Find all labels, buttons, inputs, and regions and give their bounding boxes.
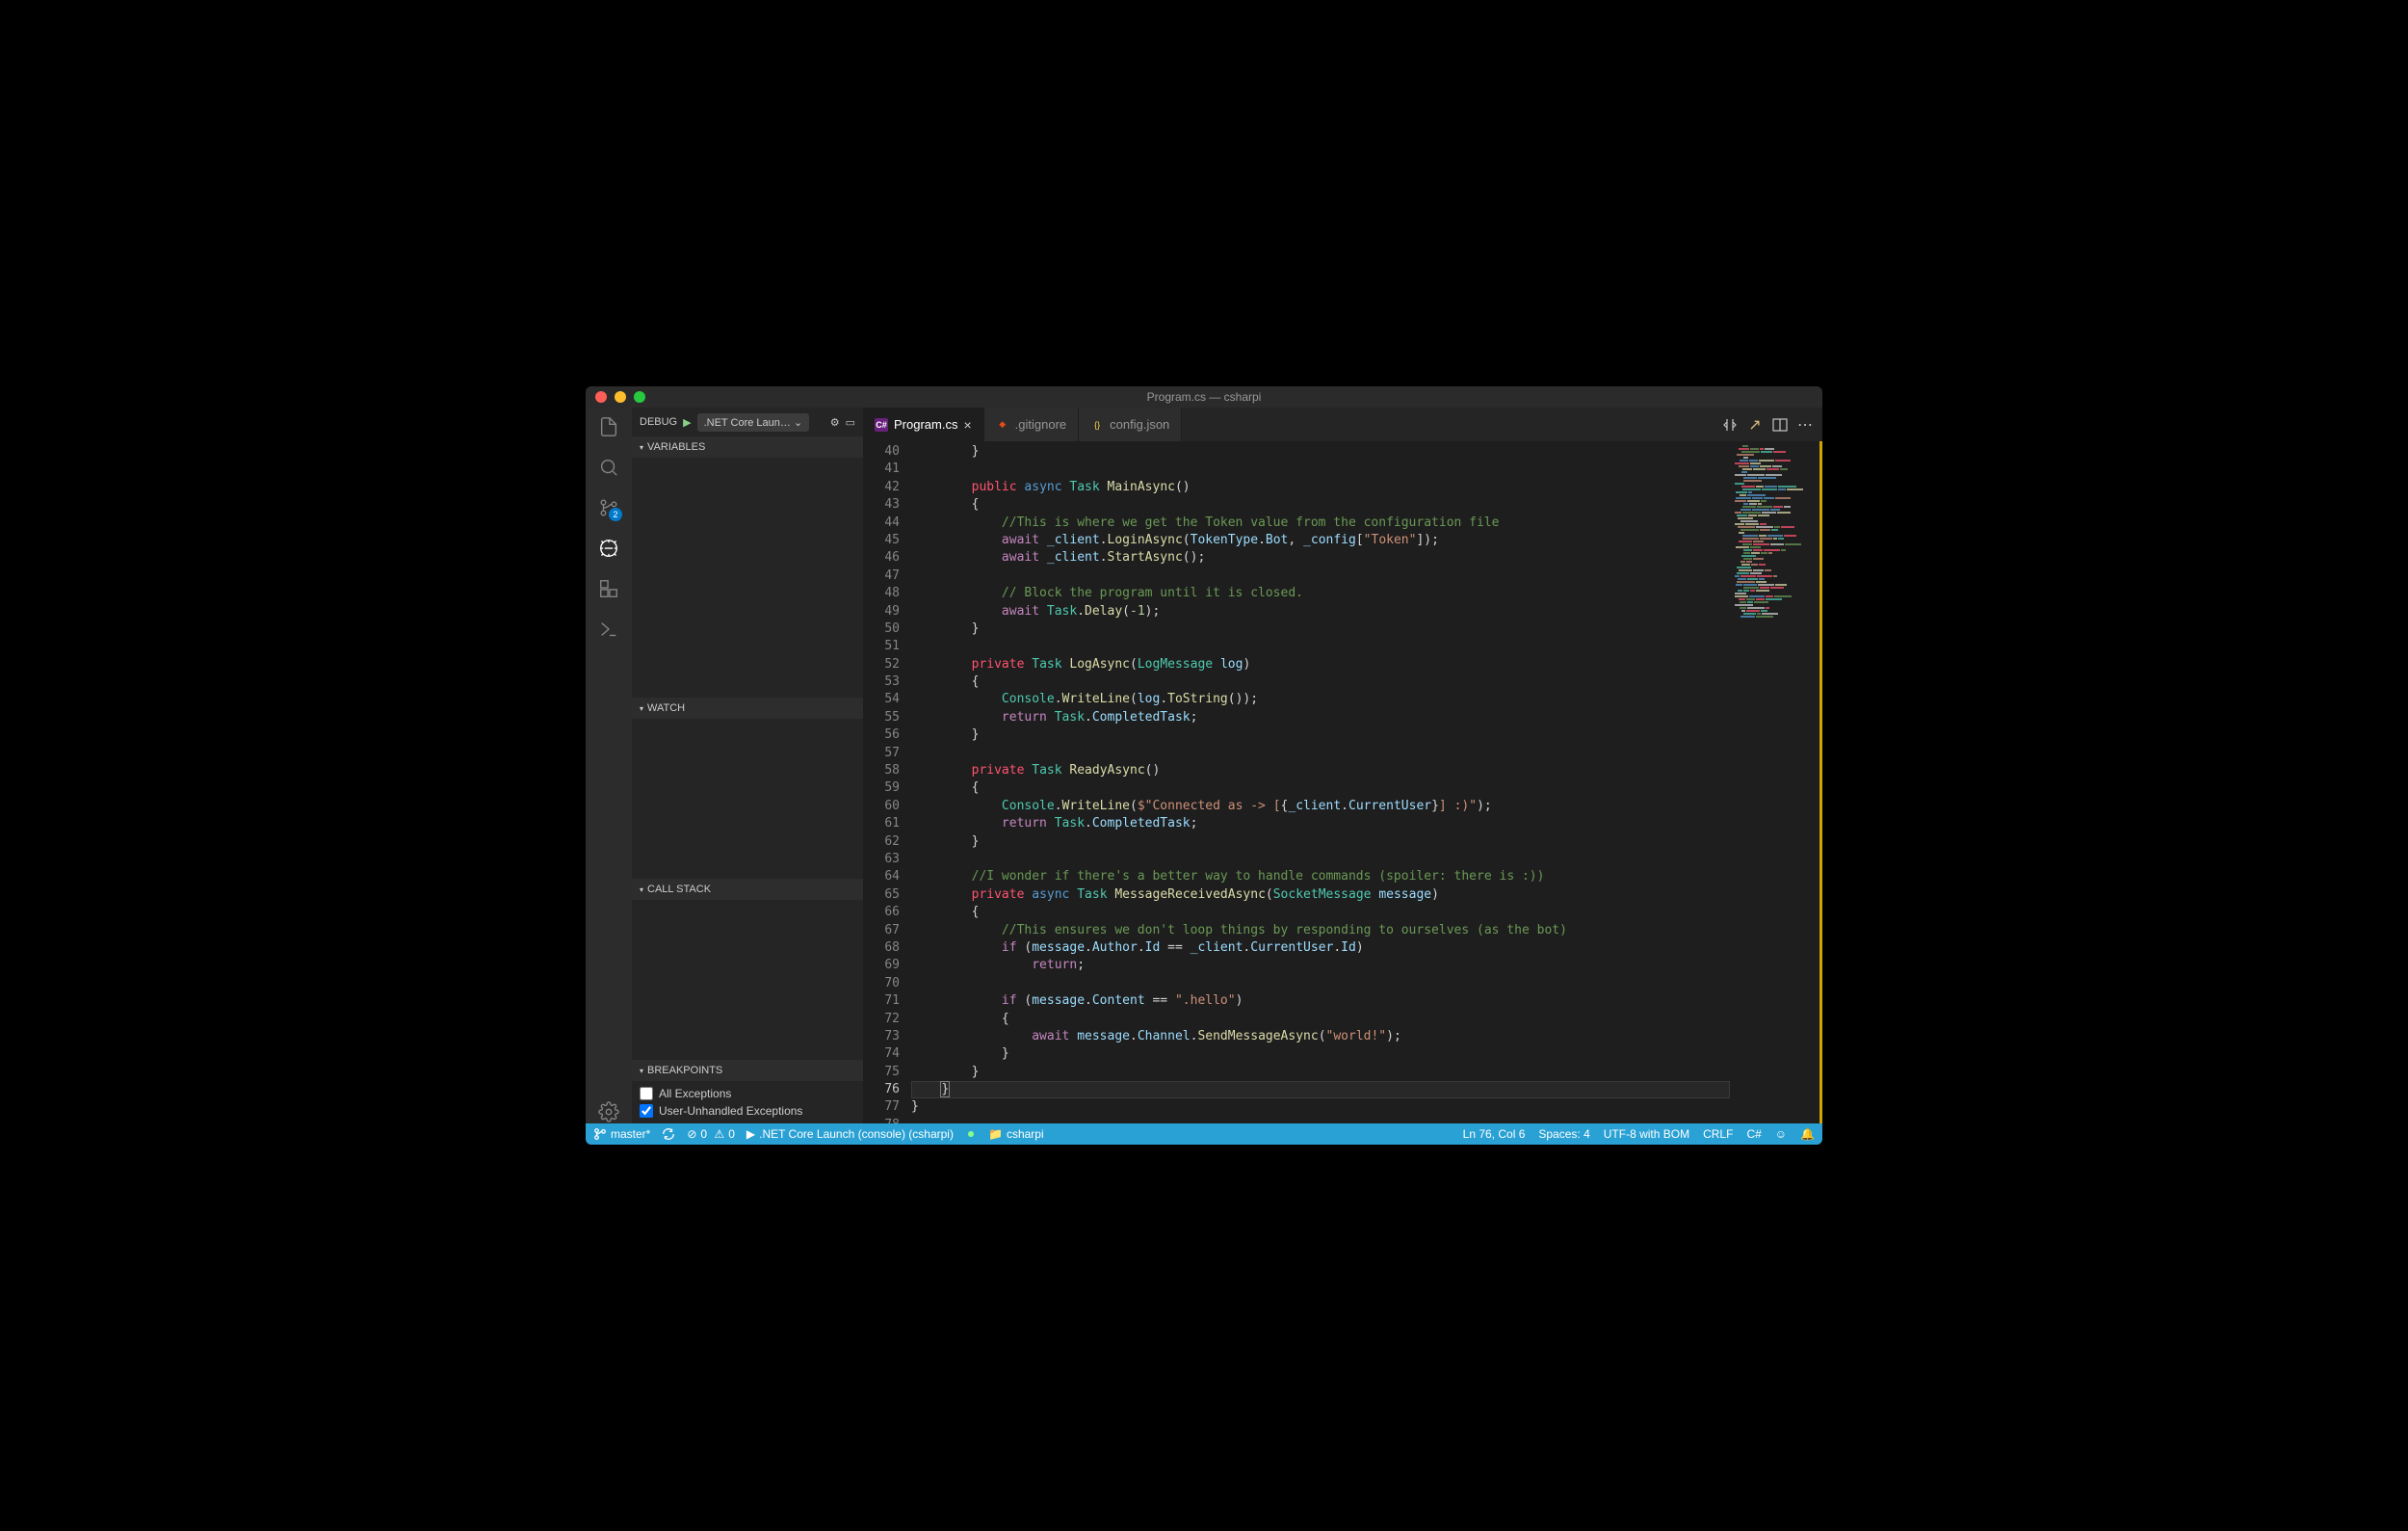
git-file-icon: ◆ — [996, 418, 1009, 432]
notifications-icon[interactable]: 🔔 — [1800, 1127, 1815, 1141]
debug-title: DEBUG — [640, 416, 677, 428]
powershell-icon[interactable] — [597, 618, 620, 641]
split-editor-icon[interactable] — [1772, 417, 1788, 433]
source-control-icon[interactable]: 2 — [597, 496, 620, 519]
variables-section-body — [632, 458, 863, 698]
extensions-icon[interactable] — [597, 577, 620, 600]
watch-section-body — [632, 719, 863, 879]
debug-config-dropdown[interactable]: .NET Core Laun… ⌄ — [697, 413, 810, 432]
breakpoint-item[interactable]: User-Unhandled Exceptions — [640, 1102, 855, 1120]
variables-section-header[interactable]: ▾VARIABLES — [632, 436, 863, 458]
breakpoints-list: All Exceptions User-Unhandled Exceptions — [632, 1081, 863, 1123]
indentation-status[interactable]: Spaces: 4 — [1538, 1127, 1589, 1141]
open-changes-icon[interactable]: ↗ — [1747, 417, 1763, 433]
eol-status[interactable]: CRLF — [1703, 1127, 1733, 1141]
breakpoint-item[interactable]: All Exceptions — [640, 1085, 855, 1102]
project-status[interactable]: 📁 csharpi — [988, 1127, 1044, 1141]
language-mode-status[interactable]: C# — [1746, 1127, 1761, 1141]
debug-icon[interactable] — [597, 537, 620, 560]
titlebar[interactable]: Program.cs — csharpi — [586, 386, 1822, 408]
settings-gear-icon[interactable] — [597, 1100, 620, 1123]
workbench: 2 DEBUG ▶ .NET Core Laun… ⌄ ⚙ ▭ ▾VARIABL… — [586, 408, 1822, 1123]
tab-config-json[interactable]: {} config.json — [1079, 408, 1182, 441]
csharp-file-icon: C# — [875, 418, 888, 432]
window-title: Program.cs — csharpi — [1147, 390, 1262, 404]
code-editor[interactable]: 4041424344454647484950515253545556575859… — [863, 441, 1822, 1123]
search-icon[interactable] — [597, 456, 620, 479]
editor-actions: ↗ ⋯ — [1722, 408, 1822, 441]
callstack-section-body — [632, 900, 863, 1060]
overview-ruler — [1819, 441, 1822, 1123]
debug-sidebar: DEBUG ▶ .NET Core Laun… ⌄ ⚙ ▭ ▾VARIABLES… — [632, 408, 863, 1123]
editor-tabs: C# Program.cs × ◆ .gitignore {} config.j… — [863, 408, 1822, 441]
problems-status[interactable]: ⊘ 0 ⚠ 0 — [687, 1127, 735, 1141]
debug-target-status[interactable]: ▶ .NET Core Launch (console) (csharpi) — [746, 1127, 954, 1141]
close-tab-button[interactable]: × — [963, 417, 971, 433]
watch-section-header[interactable]: ▾WATCH — [632, 698, 863, 719]
debug-console-icon[interactable]: ▭ — [846, 416, 855, 429]
git-branch-status[interactable]: master* — [593, 1127, 650, 1141]
compare-changes-icon[interactable] — [1722, 417, 1738, 433]
sync-status[interactable] — [662, 1127, 675, 1141]
tab-gitignore[interactable]: ◆ .gitignore — [984, 408, 1079, 441]
live-share-status[interactable] — [965, 1128, 977, 1140]
debug-toolbar: DEBUG ▶ .NET Core Laun… ⌄ ⚙ ▭ — [632, 408, 863, 436]
breakpoint-checkbox[interactable] — [640, 1104, 653, 1118]
close-window-button[interactable] — [595, 391, 607, 403]
maximize-window-button[interactable] — [634, 391, 645, 403]
more-actions-icon[interactable]: ⋯ — [1797, 417, 1813, 433]
breakpoint-checkbox[interactable] — [640, 1087, 653, 1100]
cursor-position-status[interactable]: Ln 76, Col 6 — [1463, 1127, 1526, 1141]
editor-area: C# Program.cs × ◆ .gitignore {} config.j… — [863, 408, 1822, 1123]
json-file-icon: {} — [1090, 418, 1104, 432]
scm-badge: 2 — [609, 508, 622, 521]
encoding-status[interactable]: UTF-8 with BOM — [1604, 1127, 1689, 1141]
code-content[interactable]: } public async Task MainAsync() { //This… — [911, 441, 1730, 1123]
explorer-icon[interactable] — [597, 415, 620, 438]
feedback-icon[interactable]: ☺ — [1775, 1127, 1787, 1141]
tab-program-cs[interactable]: C# Program.cs × — [863, 408, 984, 441]
minimize-window-button[interactable] — [615, 391, 626, 403]
breakpoints-section-header[interactable]: ▾BREAKPOINTS — [632, 1060, 863, 1081]
activity-bar: 2 — [586, 408, 632, 1123]
debug-settings-icon[interactable]: ⚙ — [830, 416, 840, 429]
status-bar: master* ⊘ 0 ⚠ 0 ▶ .NET Core Launch (cons… — [586, 1123, 1822, 1145]
start-debug-button[interactable]: ▶ — [683, 416, 691, 429]
callstack-section-header[interactable]: ▾CALL STACK — [632, 879, 863, 900]
minimap[interactable] — [1730, 441, 1822, 1123]
line-number-gutter: 4041424344454647484950515253545556575859… — [863, 441, 911, 1123]
vscode-window: Program.cs — csharpi 2 DEBUG ▶ .NET Core… — [586, 386, 1822, 1145]
traffic-lights — [586, 391, 645, 403]
